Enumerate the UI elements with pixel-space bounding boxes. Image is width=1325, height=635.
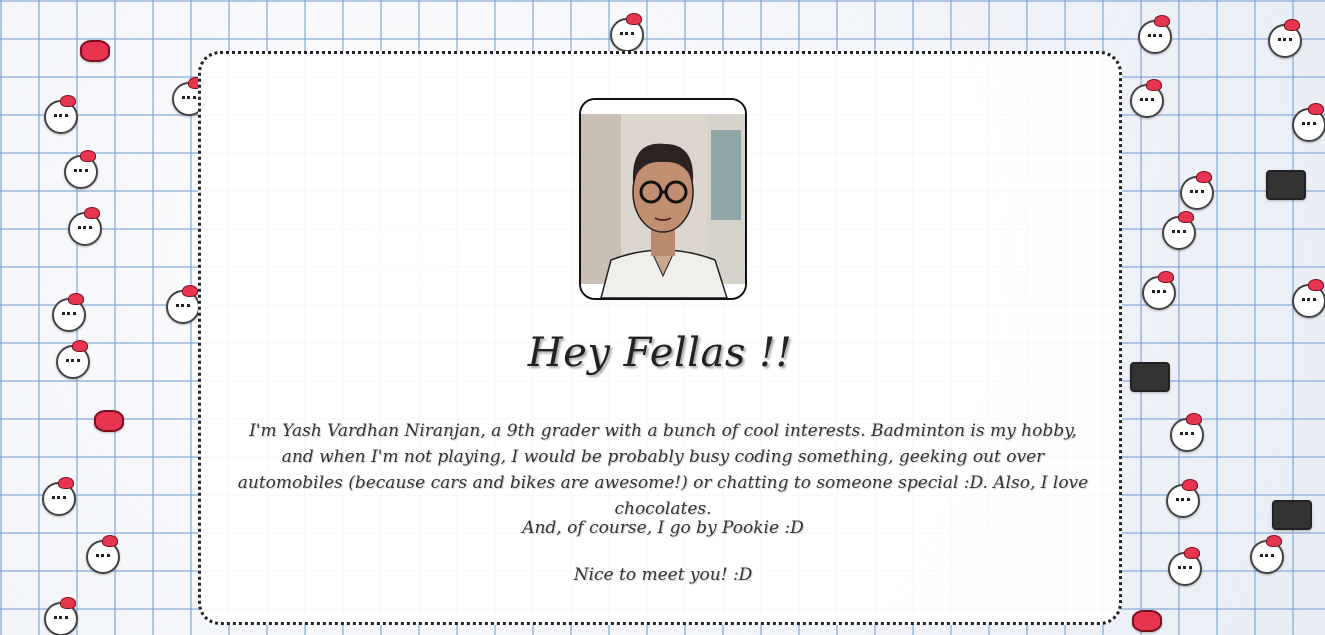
photo-sticker-icon [1272, 500, 1312, 530]
hello-kitty-icon [52, 293, 86, 332]
hello-kitty-icon [86, 535, 120, 574]
profile-photo-illustration [581, 100, 745, 298]
hello-kitty-icon [64, 150, 98, 189]
hello-kitty-icon [44, 597, 78, 635]
hello-kitty-icon [1170, 413, 1204, 452]
bow-icon [1132, 610, 1162, 632]
hello-kitty-icon [1130, 79, 1164, 118]
hello-kitty-icon [1166, 479, 1200, 518]
hello-kitty-icon [610, 13, 644, 52]
nickname-paragraph: And, of course, I go by Pookie :D [522, 518, 804, 538]
hello-kitty-icon [166, 285, 200, 324]
hello-kitty-icon [1250, 535, 1284, 574]
hello-kitty-icon [1292, 279, 1325, 318]
photo-sticker-icon [1266, 170, 1306, 200]
hello-kitty-icon [1168, 547, 1202, 586]
hello-kitty-icon [1180, 171, 1214, 210]
hello-kitty-icon [56, 340, 90, 379]
hello-kitty-icon [1162, 211, 1196, 250]
hello-kitty-icon [44, 95, 78, 134]
hello-kitty-icon [1268, 19, 1302, 58]
hello-kitty-icon [68, 207, 102, 246]
hello-kitty-icon [1292, 103, 1325, 142]
bow-icon [80, 40, 110, 62]
hello-kitty-icon [1142, 271, 1176, 310]
page-title: Hey Fellas !! [527, 330, 793, 376]
hello-kitty-icon [42, 477, 76, 516]
hello-kitty-icon [1138, 15, 1172, 54]
photo-sticker-icon [1130, 362, 1170, 392]
profile-photo [579, 98, 747, 300]
intro-paragraph: I'm Yash Vardhan Niranjan, a 9th grader … [237, 421, 1089, 519]
intro-card: Hey Fellas !! I'm Yash Vardhan Niranjan,… [198, 51, 1122, 625]
bow-icon [94, 410, 124, 432]
greeting-paragraph: Nice to meet you! :D [573, 565, 753, 585]
